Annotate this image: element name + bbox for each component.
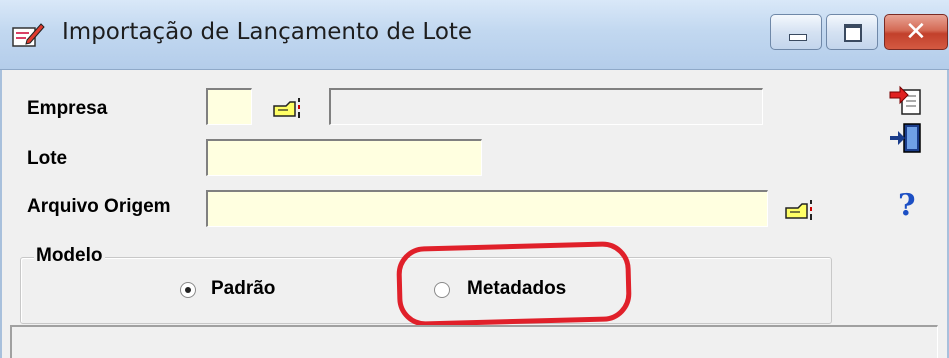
empresa-code-field[interactable] [206, 88, 252, 125]
maximize-button[interactable] [826, 14, 878, 50]
help-question-icon[interactable]: ? [898, 188, 916, 223]
modelo-group-label: Modelo [34, 245, 105, 267]
radio-padrao[interactable] [180, 282, 196, 298]
close-icon: ✕ [905, 17, 927, 47]
lote-input[interactable] [208, 141, 481, 175]
minimize-button[interactable] [770, 14, 822, 50]
empresa-name-field [329, 88, 763, 125]
arquivo-lookup-icon[interactable] [784, 198, 818, 222]
close-button[interactable]: ✕ [884, 14, 948, 50]
status-bar [10, 325, 938, 358]
arquivo-origem-label: Arquivo Origem [27, 196, 171, 217]
radio-padrao-label[interactable]: Padrão [211, 278, 275, 300]
empresa-code-input[interactable] [208, 90, 251, 124]
arquivo-origem-input[interactable] [208, 192, 767, 226]
lote-field[interactable] [206, 139, 482, 176]
title-bar[interactable]: Importação de Lançamento de Lote ✕ [0, 0, 949, 70]
minimize-icon [789, 34, 807, 41]
arquivo-origem-field[interactable] [206, 190, 768, 227]
empresa-name-input [331, 90, 762, 124]
red-highlight-annotation [395, 240, 633, 328]
exit-door-icon[interactable] [888, 120, 928, 156]
lote-label: Lote [27, 148, 68, 169]
empresa-label: Empresa [27, 98, 108, 119]
import-document-icon[interactable] [888, 84, 928, 120]
maximize-icon [844, 24, 862, 42]
edit-pencil-icon [12, 23, 45, 47]
empresa-lookup-icon[interactable] [272, 96, 306, 120]
window-title: Importação de Lançamento de Lote [62, 19, 473, 45]
